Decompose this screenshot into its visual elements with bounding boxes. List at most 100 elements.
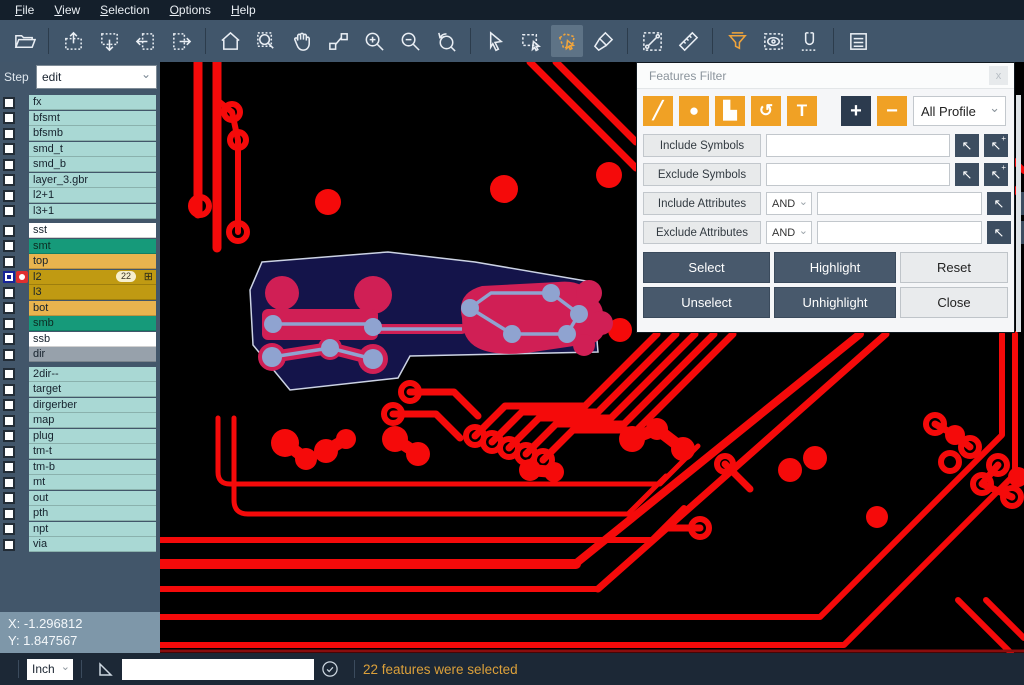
exclude-symbols-pick-button[interactable]: ↖: [955, 163, 979, 186]
layer-visibility-checkbox[interactable]: [3, 205, 15, 217]
command-input[interactable]: [122, 659, 314, 680]
step-select[interactable]: edit: [36, 65, 157, 89]
exclude-attributes-input[interactable]: [817, 221, 982, 244]
layer-name[interactable]: l222⊞: [29, 270, 156, 285]
home-view-button[interactable]: [214, 25, 246, 57]
apply-check-icon[interactable]: [320, 659, 340, 679]
layer-visibility-checkbox[interactable]: [3, 271, 15, 283]
layer-visibility-checkbox[interactable]: [3, 399, 15, 411]
layers-panel-button[interactable]: [842, 25, 874, 57]
layer-name[interactable]: smd_b: [29, 157, 156, 172]
dialog-titlebar[interactable]: Features Filter x: [637, 63, 1014, 89]
select-rectangle-button[interactable]: [515, 25, 547, 57]
layer-visibility-checkbox[interactable]: [3, 128, 15, 140]
layer-name[interactable]: map: [29, 413, 156, 428]
layer-name[interactable]: pth: [29, 506, 156, 521]
layer-name[interactable]: tm-t: [29, 444, 156, 459]
layer-name[interactable]: bot: [29, 301, 156, 316]
unit-select[interactable]: Inch: [27, 659, 73, 680]
exclude-attributes-operator-select[interactable]: AND: [766, 221, 812, 244]
arc-tool-button[interactable]: ↺: [751, 96, 781, 126]
line-tool-button[interactable]: ╱: [643, 96, 673, 126]
include-attributes-input[interactable]: [817, 192, 982, 215]
layer-visibility-checkbox[interactable]: [3, 143, 15, 155]
layer-name[interactable]: bfsmt: [29, 111, 156, 126]
include-symbols-button[interactable]: Include Symbols: [643, 134, 761, 157]
layer-visibility-checkbox[interactable]: [3, 539, 15, 551]
include-symbols-pick-button[interactable]: ↖: [955, 134, 979, 157]
move-up-button[interactable]: [57, 25, 89, 57]
move-right-button[interactable]: [165, 25, 197, 57]
layer-visibility-checkbox[interactable]: [3, 302, 15, 314]
select-button[interactable]: Select: [643, 252, 770, 283]
layer-visibility-checkbox[interactable]: [3, 430, 15, 442]
layer-visibility-checkbox[interactable]: [3, 415, 15, 427]
reset-button[interactable]: Reset: [900, 252, 1008, 283]
zoom-out-button[interactable]: [394, 25, 426, 57]
include-attributes-operator-select[interactable]: AND: [766, 192, 812, 215]
layer-visibility-checkbox[interactable]: [3, 240, 15, 252]
layer-name[interactable]: dir: [29, 347, 156, 362]
layer-visibility-checkbox[interactable]: [3, 508, 15, 520]
layer-name[interactable]: tm-b: [29, 460, 156, 475]
layer-name[interactable]: smd_t: [29, 142, 156, 157]
exclude-attributes-pick-button[interactable]: ↖: [987, 221, 1011, 244]
layer-visibility-checkbox[interactable]: [3, 97, 15, 109]
layer-visibility-checkbox[interactable]: [3, 368, 15, 380]
ruler-button[interactable]: [672, 25, 704, 57]
snap-magnet-button[interactable]: [793, 25, 825, 57]
menu-selection[interactable]: Selection: [91, 1, 158, 19]
layer-name[interactable]: layer_3.gbr: [29, 173, 156, 188]
include-attributes-pick-button[interactable]: ↖: [987, 192, 1011, 215]
layer-visibility-checkbox[interactable]: [3, 112, 15, 124]
layer-visibility-checkbox[interactable]: [3, 349, 15, 361]
layer-visibility-checkbox[interactable]: [3, 174, 15, 186]
select-polygon-button[interactable]: [551, 25, 583, 57]
open-file-button[interactable]: [8, 25, 40, 57]
remove-filter-button[interactable]: −: [877, 96, 907, 126]
zoom-previous-button[interactable]: [430, 25, 462, 57]
layer-visibility-checkbox[interactable]: [3, 159, 15, 171]
zoom-window-button[interactable]: [250, 25, 282, 57]
layer-visibility-checkbox[interactable]: [3, 446, 15, 458]
layer-name[interactable]: sst: [29, 223, 156, 238]
layer-name[interactable]: l2+1: [29, 188, 156, 203]
surface-tool-button[interactable]: ▙: [715, 96, 745, 126]
highlight-button[interactable]: Highlight: [774, 252, 896, 283]
layer-name[interactable]: target: [29, 382, 156, 397]
layer-name[interactable]: dirgerber: [29, 398, 156, 413]
features-filter-button[interactable]: [721, 25, 753, 57]
menu-options[interactable]: Options: [161, 1, 220, 19]
layer-name[interactable]: plug: [29, 429, 156, 444]
layer-name[interactable]: l3: [29, 285, 156, 300]
move-down-button[interactable]: [93, 25, 125, 57]
dialog-close-button[interactable]: x: [989, 66, 1008, 85]
exclude-symbols-button[interactable]: Exclude Symbols: [643, 163, 761, 186]
layer-visibility-checkbox[interactable]: [3, 523, 15, 535]
layer-visibility-checkbox[interactable]: [3, 190, 15, 202]
layer-name[interactable]: mt: [29, 475, 156, 490]
layer-visibility-checkbox[interactable]: [3, 461, 15, 473]
layer-name[interactable]: l3+1: [29, 204, 156, 219]
layer-name[interactable]: top: [29, 254, 156, 269]
move-left-button[interactable]: [129, 25, 161, 57]
layer-name[interactable]: ssb: [29, 332, 156, 347]
layer-visibility-checkbox[interactable]: [3, 287, 15, 299]
exclude-symbols-input[interactable]: [766, 163, 950, 186]
close-button[interactable]: Close: [900, 287, 1008, 318]
zoom-in-button[interactable]: [358, 25, 390, 57]
unhighlight-button[interactable]: Unhighlight: [774, 287, 896, 318]
layer-name[interactable]: smt: [29, 239, 156, 254]
overlay-view-button[interactable]: [757, 25, 789, 57]
menu-file[interactable]: File: [6, 1, 43, 19]
include-symbols-input[interactable]: [766, 134, 950, 157]
text-tool-button[interactable]: T: [787, 96, 817, 126]
layer-visibility-checkbox[interactable]: [3, 384, 15, 396]
exclude-symbols-pick-add-button[interactable]: ↖+: [984, 163, 1008, 186]
measure-distance-button[interactable]: [636, 25, 668, 57]
layer-visibility-checkbox[interactable]: [3, 333, 15, 345]
include-symbols-pick-add-button[interactable]: ↖+: [984, 134, 1008, 157]
reshape-button[interactable]: [322, 25, 354, 57]
layer-visibility-checkbox[interactable]: [3, 492, 15, 504]
menu-help[interactable]: Help: [222, 1, 265, 19]
